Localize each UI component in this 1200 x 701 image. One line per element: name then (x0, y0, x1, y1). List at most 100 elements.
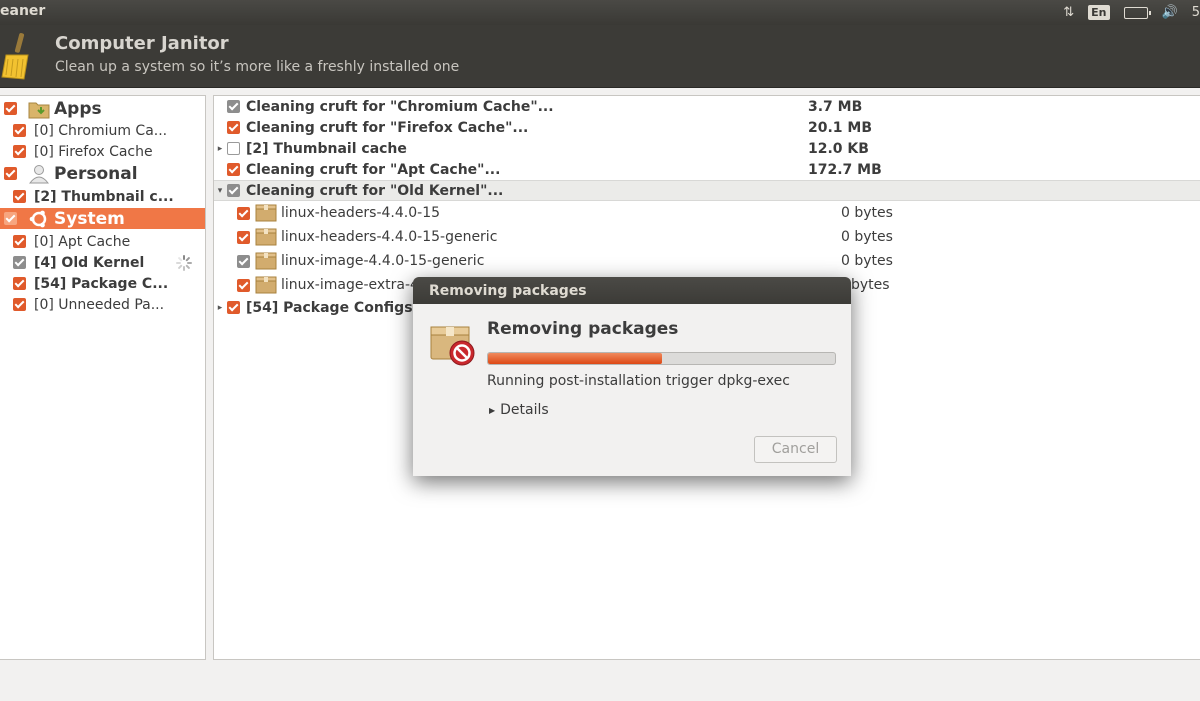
row-size: 12.0 KB (808, 140, 869, 157)
app-title: Computer Janitor (55, 33, 229, 54)
checkbox[interactable] (13, 277, 26, 290)
sidebar-item-label: [0] Firefox Cache (34, 143, 153, 160)
sidebar-item-label: [4] Old Kernel (34, 254, 145, 271)
checkbox[interactable] (227, 100, 240, 113)
package-size: 0 bytes (841, 253, 893, 269)
system-tray: ⇅ En 🔊 5 (1049, 0, 1200, 25)
sidebar-category-label: System (54, 208, 125, 229)
sidebar-item-label: [0] Apt Cache (34, 233, 131, 250)
keyboard-layout-indicator[interactable]: En (1088, 5, 1110, 20)
package-size: bytes (851, 277, 890, 293)
expander-collapsed-icon: ▶ (489, 405, 496, 415)
keyboard-layout-label: En (1088, 5, 1110, 20)
package-name: linux-image-4.4.0-15-generic (281, 253, 485, 269)
checkbox[interactable] (227, 163, 240, 176)
checkbox[interactable] (13, 256, 26, 269)
row-name: Cleaning cruft for "Apt Cache"... (246, 161, 501, 178)
package-row[interactable]: linux-headers-4.4.0-15-generic 0 bytes (214, 225, 1200, 249)
package-icon (255, 204, 277, 222)
row-size: 3.7 MB (808, 98, 863, 115)
checkbox[interactable] (237, 206, 250, 220)
sidebar-item-label: [2] Thumbnail c... (34, 188, 174, 205)
sidebar-item-thumbnail-cache[interactable]: [2] Thumbnail c... (0, 186, 205, 207)
top-panel: eaner ⇅ En 🔊 5 (0, 0, 1200, 25)
battery-icon[interactable] (1123, 6, 1151, 19)
volume-icon[interactable]: 🔊 (1162, 5, 1178, 20)
checkbox[interactable] (237, 230, 250, 244)
person-icon (28, 164, 50, 183)
details-expander[interactable]: ▶ Details (489, 402, 549, 418)
sidebar-category-apps[interactable]: Apps (0, 98, 205, 119)
package-icon (255, 228, 277, 246)
sidebar-item-chromium-cache[interactable]: [0] Chromium Ca... (0, 120, 205, 141)
checkbox[interactable] (237, 254, 250, 268)
package-row[interactable]: linux-image-4.4.0-15-generic 0 bytes (214, 249, 1200, 273)
clock-fragment[interactable]: 5 (1192, 5, 1200, 20)
sidebar-item-label: [54] Package C... (34, 275, 169, 292)
checkbox[interactable] (4, 212, 17, 225)
package-remove-icon (430, 326, 475, 366)
checkbox[interactable] (13, 298, 26, 311)
sidebar-category-system[interactable]: System (0, 208, 205, 229)
sidebar-item-old-kernel[interactable]: [4] Old Kernel (0, 252, 205, 273)
list-row[interactable]: ▸ [2] Thumbnail cache 12.0 KB (214, 138, 1200, 159)
category-sidebar: Apps [0] Chromium Ca... [0] Firefox Cach… (0, 95, 206, 660)
package-icon (255, 252, 277, 270)
sidebar-item-label: [0] Unneeded Pa... (34, 296, 165, 313)
network-arrows-icon[interactable]: ⇅ (1063, 5, 1074, 20)
details-label: Details (500, 402, 549, 418)
list-row[interactable]: Cleaning cruft for "Apt Cache"... 172.7 … (214, 159, 1200, 180)
package-name: linux-image-extra-4. (281, 277, 424, 293)
checkbox[interactable] (227, 184, 240, 197)
row-size: 20.1 MB (808, 119, 873, 136)
package-size: 0 bytes (841, 229, 893, 245)
checkbox[interactable] (227, 142, 240, 155)
window-title: eaner (0, 3, 46, 19)
package-row[interactable]: linux-headers-4.4.0-15 0 bytes (214, 201, 1200, 225)
checkbox[interactable] (227, 121, 240, 134)
status-area (0, 660, 1200, 701)
row-name: [54] Package Configs (246, 299, 413, 316)
checkbox[interactable] (13, 145, 26, 158)
apps-folder-icon (28, 102, 50, 118)
package-name: linux-headers-4.4.0-15-generic (281, 229, 498, 245)
list-row[interactable]: ▾ Cleaning cruft for "Old Kernel"... (214, 180, 1200, 201)
progress-bar (487, 352, 836, 365)
checkbox[interactable] (237, 278, 250, 292)
sidebar-item-apt-cache[interactable]: [0] Apt Cache (0, 231, 205, 252)
sidebar-item-label: [0] Chromium Ca... (34, 122, 168, 139)
package-size: 0 bytes (841, 205, 893, 221)
checkbox[interactable] (13, 124, 26, 137)
checkbox[interactable] (4, 102, 17, 115)
sidebar-item-firefox-cache[interactable]: [0] Firefox Cache (0, 141, 205, 162)
cancel-button[interactable]: Cancel (754, 436, 837, 463)
list-row[interactable]: Cleaning cruft for "Chromium Cache"... 3… (214, 96, 1200, 117)
ubuntu-logo-icon (29, 210, 47, 227)
app-header: Computer Janitor Clean up a system so it… (0, 25, 1200, 88)
expander-collapsed-icon[interactable]: ▸ (214, 303, 226, 313)
row-name: Cleaning cruft for "Firefox Cache"... (246, 119, 529, 136)
sidebar-category-label: Personal (54, 163, 138, 184)
package-name: linux-headers-4.4.0-15 (281, 205, 441, 221)
sidebar-item-unneeded-packages[interactable]: [0] Unneeded Pa... (0, 294, 205, 315)
sidebar-item-package-configs[interactable]: [54] Package C... (0, 273, 205, 294)
checkbox[interactable] (227, 301, 240, 314)
app-subtitle: Clean up a system so it’s more like a fr… (55, 59, 460, 75)
checkbox[interactable] (4, 167, 17, 180)
removing-packages-dialog: Removing packages Removing packages Runn… (413, 277, 851, 476)
expander-collapsed-icon[interactable]: ▸ (214, 144, 226, 154)
expander-expanded-icon[interactable]: ▾ (214, 186, 226, 196)
spinner-icon (176, 255, 192, 271)
list-row[interactable]: Cleaning cruft for "Firefox Cache"... 20… (214, 117, 1200, 138)
checkbox[interactable] (13, 190, 26, 203)
progress-fill (488, 353, 662, 364)
dialog-title: Removing packages (413, 277, 851, 304)
checkbox[interactable] (13, 235, 26, 248)
row-name: [2] Thumbnail cache (246, 140, 407, 157)
progress-status: Running post-installation trigger dpkg-e… (487, 373, 790, 389)
broom-icon (1, 33, 29, 80)
row-name: Cleaning cruft for "Old Kernel"... (246, 182, 504, 199)
sidebar-category-personal[interactable]: Personal (0, 163, 205, 184)
sidebar-category-label: Apps (54, 98, 102, 119)
row-size: 172.7 MB (808, 161, 882, 178)
